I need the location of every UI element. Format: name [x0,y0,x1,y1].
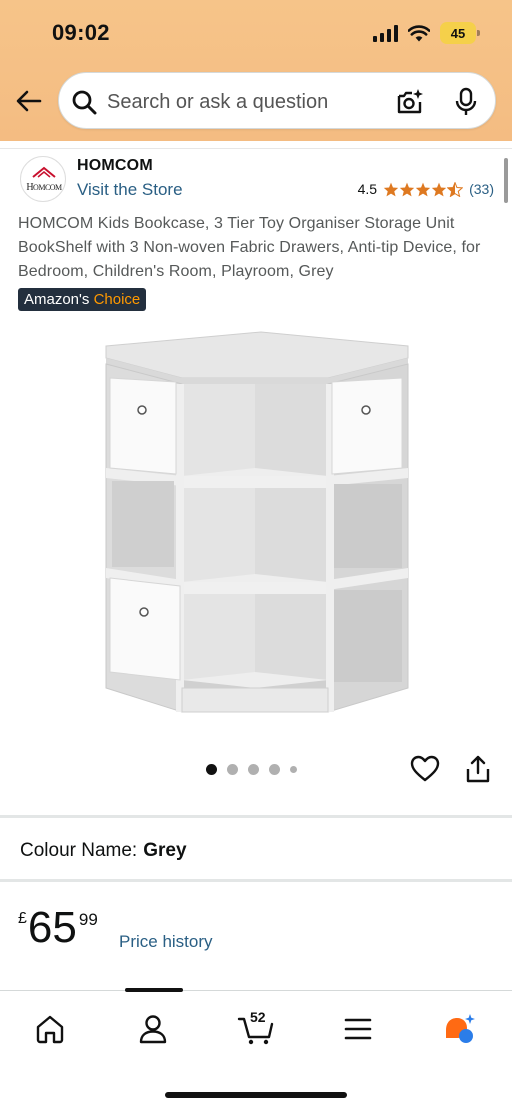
home-icon [36,1015,64,1044]
rating-summary[interactable]: 4.5 (33) [358,181,494,197]
app-header: 09:02 45 [0,0,512,141]
active-tab-indicator [125,988,183,992]
product-title: HOMCOM Kids Bookcase, 3 Tier Toy Organis… [18,215,481,280]
badge-prefix: Amazon's [24,291,90,308]
carousel-dot[interactable] [227,764,238,775]
image-carousel-dots[interactable] [206,764,297,775]
colour-label: Colour Name: [20,840,138,861]
star-half-icon [447,181,464,197]
menu-icon [344,1018,372,1040]
cart-count: 52 [250,1009,266,1025]
microphone-icon[interactable] [455,87,477,117]
amazons-choice-badge[interactable]: Amazon's Choice [18,288,147,311]
status-icons: 45 [373,22,480,44]
colour-selector[interactable]: Colour Name: Grey [20,840,187,862]
nav-home[interactable] [30,1009,70,1049]
price-fraction: 99 [78,910,98,929]
star-full-icon [399,182,415,196]
fabric-drawer-bottom-left [109,577,181,681]
product-price: £ 65 99 [18,904,98,952]
price-whole: 65 [27,903,77,952]
status-time: 09:02 [52,20,110,45]
search-bar[interactable] [58,72,496,129]
svg-text:HOMCOM: HOMCOM [26,182,62,193]
fabric-drawer-top-right [331,377,403,475]
heart-icon[interactable] [410,754,440,784]
carousel-dot-active[interactable] [206,764,217,775]
camera-search-icon[interactable] [395,87,425,117]
section-divider [0,815,512,818]
account-icon [139,1015,167,1044]
rufus-icon [446,1014,475,1043]
search-input[interactable] [107,87,377,117]
brand-row: HOMCOM HOMCOM Visit the Store 4.5 (33) [0,148,512,204]
rating-value: 4.5 [357,181,378,197]
back-arrow-icon[interactable] [14,86,44,116]
battery-icon: 45 [440,22,480,44]
homcom-logo-icon: HOMCOM [26,166,63,193]
rating-count: (33) [469,181,494,197]
battery-level: 45 [450,25,466,41]
home-indicator [165,1092,347,1098]
carousel-dot[interactable] [248,764,259,775]
nav-menu[interactable] [338,1009,378,1049]
status-bar: 09:02 45 [0,0,512,62]
share-icon[interactable] [464,754,492,784]
bottom-navigation: 52 [0,988,512,1108]
brand-logo[interactable]: HOMCOM [20,156,66,202]
brand-name: HOMCOM [77,157,153,174]
search-icon [72,90,97,115]
section-divider [0,879,512,882]
cellular-signal-icon [373,24,398,42]
product-image[interactable] [96,328,416,720]
badge-suffix: Choice [93,291,141,308]
price-currency: £ [18,910,27,927]
nav-account[interactable] [133,1009,173,1049]
star-full-icon [415,182,431,196]
star-rating [383,181,464,197]
nav-rufus[interactable] [440,1009,480,1049]
price-history-link[interactable]: Price history [119,932,213,952]
colour-value: Grey [143,840,187,861]
carousel-dot[interactable] [290,766,297,773]
visit-store-link[interactable]: Visit the Store [77,180,183,200]
wifi-icon [408,24,430,41]
star-full-icon [383,182,399,196]
scroll-indicator [504,158,508,203]
star-full-icon [431,182,447,196]
fabric-drawer-top-left [109,377,177,475]
carousel-dot[interactable] [269,764,280,775]
